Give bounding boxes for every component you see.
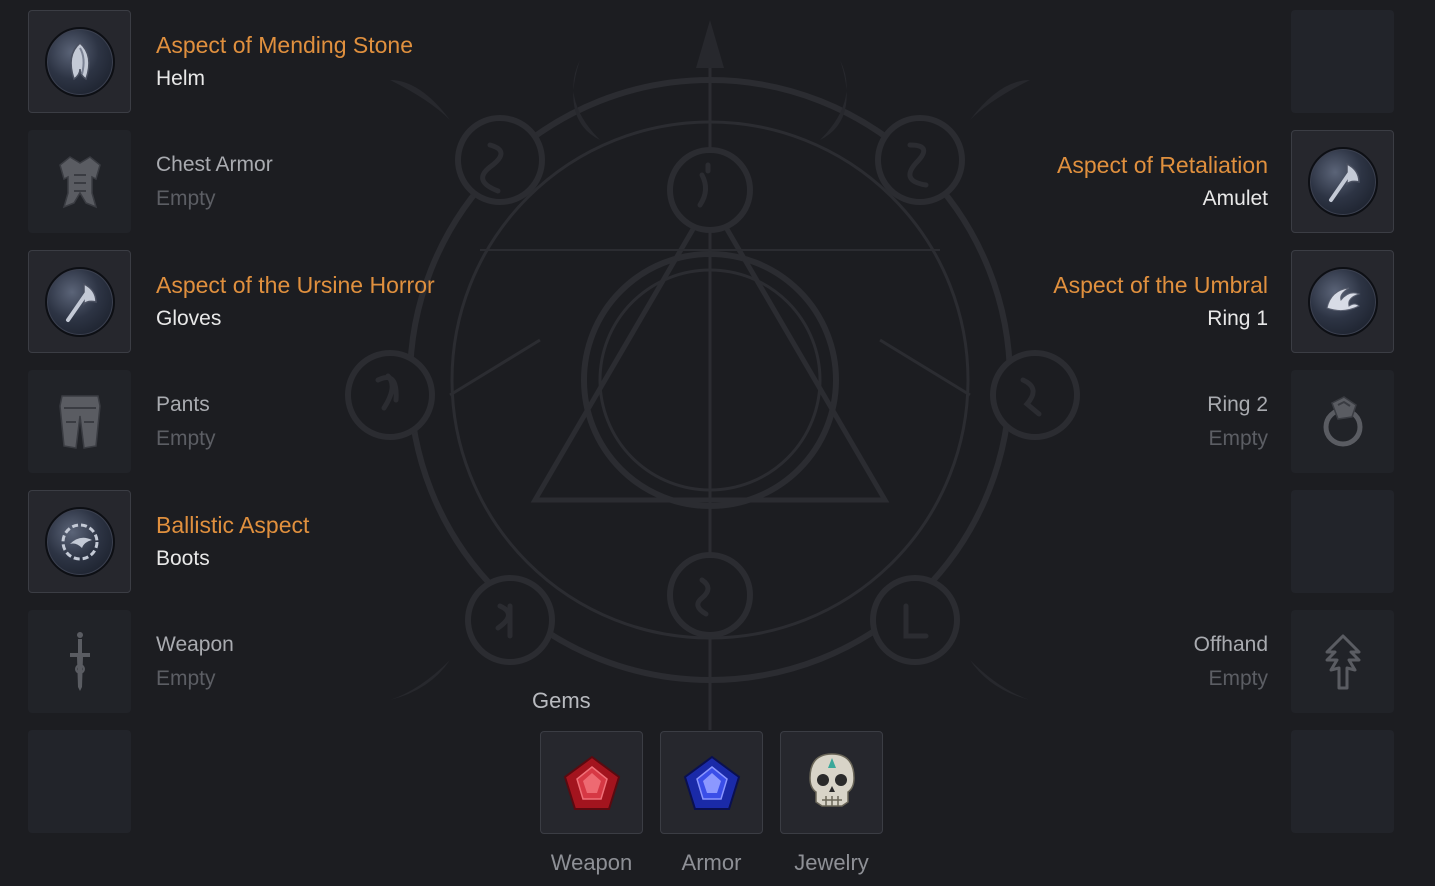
jewelry-gem-slot[interactable] <box>780 731 883 834</box>
ring1-label: Aspect of the Umbral Ring 1 <box>1053 271 1268 333</box>
ring1-slot[interactable] <box>1291 250 1394 353</box>
gloves-label: Aspect of the Ursine Horror Gloves <box>156 271 435 333</box>
skull-gem-icon <box>808 752 855 807</box>
boots-aspect-icon <box>44 506 115 577</box>
armor-gem-slot[interactable] <box>660 731 763 834</box>
chest-armor-slot[interactable] <box>28 130 131 233</box>
gloves-aspect-icon <box>44 266 115 337</box>
blank-slot-right-middle <box>1291 490 1394 593</box>
offhand-slot-name: Offhand <box>1193 633 1268 656</box>
helm-aspect-icon <box>44 26 115 97</box>
sapphire-gem-icon <box>683 755 740 810</box>
chest-armor-slot-name: Chest Armor <box>156 153 273 176</box>
ring2-label: Ring 2 Empty <box>1207 391 1268 453</box>
sigil-background <box>345 20 1080 730</box>
ring1-aspect-name: Aspect of the Umbral <box>1053 272 1268 298</box>
ring2-slot-name: Ring 2 <box>1207 393 1268 416</box>
amulet-aspect-icon <box>1307 146 1378 217</box>
chest-armor-label: Chest Armor Empty <box>156 151 273 213</box>
chest-armor-status: Empty <box>156 187 216 210</box>
boots-slot-name: Boots <box>156 547 210 570</box>
amulet-label: Aspect of Retaliation Amulet <box>1057 151 1268 213</box>
weapon-label: Weapon Empty <box>156 631 234 693</box>
helm-slot-name: Helm <box>156 67 206 90</box>
ring2-status: Empty <box>1208 427 1268 450</box>
offhand-slot[interactable] <box>1291 610 1394 713</box>
helm-label: Aspect of Mending Stone Helm <box>156 31 413 93</box>
pants-slot-name: Pants <box>156 393 210 416</box>
blank-slot-right-bottom <box>1291 730 1394 833</box>
amulet-slot-name: Amulet <box>1202 187 1268 210</box>
boots-slot[interactable] <box>28 490 131 593</box>
offhand-status: Empty <box>1208 667 1268 690</box>
amulet-aspect-name: Aspect of Retaliation <box>1057 152 1268 178</box>
helm-aspect-name: Aspect of Mending Stone <box>156 32 413 58</box>
offhand-icon <box>1325 634 1360 689</box>
pants-icon <box>58 394 101 449</box>
ruby-gem-icon <box>563 755 620 810</box>
weapon-slot[interactable] <box>28 610 131 713</box>
helm-slot[interactable] <box>28 10 131 113</box>
ring1-slot-name: Ring 1 <box>1207 307 1268 330</box>
ring-aspect-icon <box>1307 266 1378 337</box>
gloves-aspect-name: Aspect of the Ursine Horror <box>156 272 435 298</box>
amulet-slot[interactable] <box>1291 130 1394 233</box>
ring2-slot[interactable] <box>1291 370 1394 473</box>
gloves-slot[interactable] <box>28 250 131 353</box>
weapon-slot-name: Weapon <box>156 633 234 656</box>
weapon-gem-slot[interactable] <box>540 731 643 834</box>
offhand-label: Offhand Empty <box>1194 631 1268 693</box>
blank-slot-right-top <box>1291 10 1394 113</box>
gems-title: Gems <box>532 688 591 713</box>
armor-gem-label: Armor <box>681 850 742 875</box>
gloves-slot-name: Gloves <box>156 307 222 330</box>
ring-icon <box>1323 395 1362 446</box>
boots-label: Ballistic Aspect Boots <box>156 511 309 573</box>
blank-slot-left-bottom <box>28 730 131 833</box>
pants-label: Pants Empty <box>156 391 216 453</box>
weapon-gem-label: Weapon <box>550 850 633 875</box>
weapon-status: Empty <box>156 667 216 690</box>
jewelry-gem-label: Jewelry <box>794 850 869 875</box>
weapon-icon <box>69 631 90 691</box>
chest-armor-icon <box>58 155 101 208</box>
boots-aspect-name: Ballistic Aspect <box>156 512 310 538</box>
pants-status: Empty <box>156 427 216 450</box>
pants-slot[interactable] <box>28 370 131 473</box>
